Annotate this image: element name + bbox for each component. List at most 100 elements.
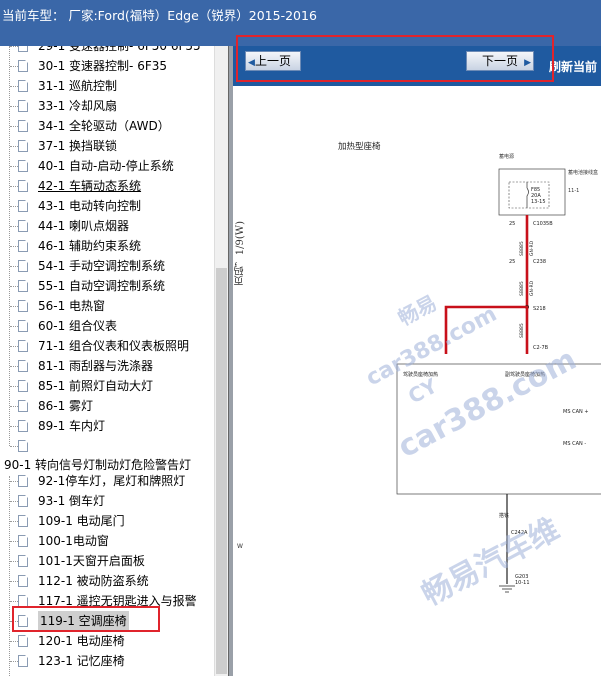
tree-connector <box>10 601 18 602</box>
tree-scrollbar[interactable] <box>214 46 228 676</box>
tree-item[interactable]: 112-1 被动防盗系统 <box>0 571 214 591</box>
tree-scrollbar-thumb[interactable] <box>216 268 227 674</box>
tree-item-label: 92-1停车灯，尾灯和牌照灯 <box>38 474 186 488</box>
wire-1-id: SBB85 <box>519 241 525 256</box>
tree-item-label: 71-1 组合仪表和仪表板照明 <box>38 339 190 353</box>
wire-2-id: SBB85 <box>519 281 525 296</box>
tree-item[interactable]: 56-1 电热窗 <box>0 296 214 316</box>
tree-item[interactable]: 46-1 辅助约束系统 <box>0 236 214 256</box>
document-icon <box>18 180 28 192</box>
tree-connector <box>10 346 18 347</box>
tree-item[interactable]: 89-1 车内灯 <box>0 416 214 436</box>
next-page-button[interactable]: 下一页 ▶ <box>466 51 534 71</box>
tree-item-label: 31-1 巡航控制 <box>38 79 118 93</box>
tree-connector <box>10 86 18 87</box>
tree-connector <box>10 406 18 407</box>
tree-item[interactable]: 117-1 遥控无钥匙进入与报警 <box>0 591 214 611</box>
tree-item-label: 44-1 喇叭点烟器 <box>38 219 130 233</box>
document-icon <box>18 475 28 487</box>
tree-item[interactable]: 109-1 电动尾门 <box>0 511 214 531</box>
tree-item[interactable]: 34-1 全轮驱动（AWD） <box>0 116 214 136</box>
tree-item[interactable]: 123-1 记忆座椅 <box>0 651 214 671</box>
tree-connector <box>10 66 18 67</box>
tree-connector <box>10 166 18 167</box>
tree-connector <box>10 561 18 562</box>
tree-item[interactable]: 92-1停车灯，尾灯和牌照灯 <box>0 471 214 491</box>
tree-item-label: 86-1 雾灯 <box>38 399 94 413</box>
document-icon <box>18 100 28 112</box>
tree-item[interactable]: 71-1 组合仪表和仪表板照明 <box>0 336 214 356</box>
document-icon <box>18 420 28 432</box>
next-page-label: 下一页 <box>481 54 518 68</box>
connector-3: C2-7B <box>533 345 549 351</box>
connector-1: C1035B <box>533 221 553 227</box>
diagram-title: 加热型座椅 <box>338 141 381 152</box>
tree-connector <box>10 146 18 147</box>
tree-item[interactable]: 81-1 雨刮器与洗涤器 <box>0 356 214 376</box>
document-icon <box>18 535 28 547</box>
tree-item[interactable]: 40-1 自动-启动-停止系统 <box>0 156 214 176</box>
tree-item[interactable]: 55-1 自动空调控制系统 <box>0 276 214 296</box>
fuse-symbol <box>526 182 529 208</box>
document-icon <box>18 320 28 332</box>
tree-item[interactable]: 31-1 巡航控制 <box>0 76 214 96</box>
tree-item-label: 55-1 自动空调控制系统 <box>38 279 166 293</box>
tree-item[interactable]: 42-1 车辆动态系统 <box>0 176 214 196</box>
tree-item-label: 30-1 变速器控制- 6F35 <box>38 59 168 73</box>
tree-item-label: 112-1 被动防盗系统 <box>38 574 149 588</box>
tree-item-label: 89-1 车内灯 <box>38 419 106 433</box>
tree-item-label: 85-1 前照灯自动大灯 <box>38 379 154 393</box>
tree-connector <box>10 106 18 107</box>
tree-item[interactable]: 30-1 变速器控制- 6F35 <box>0 56 214 76</box>
title-bar: 当前车型： 厂家:Ford(福特）Edge（锐界）2015-2016 <box>0 0 601 46</box>
wire-2-color: GN-RD <box>529 280 535 296</box>
tree-item[interactable]: 86-1 雾灯 <box>0 396 214 416</box>
dist-box-label: 蓄电池接线盒 <box>568 169 598 176</box>
tree-connector <box>10 621 18 622</box>
refresh-current-link[interactable]: 刷新当前 <box>549 58 597 75</box>
tree-connector <box>10 246 18 247</box>
document-icon <box>18 400 28 412</box>
document-icon <box>18 240 28 252</box>
document-icon <box>18 440 28 452</box>
tree-item[interactable]: 93-1 倒车灯 <box>0 491 214 511</box>
document-icon <box>18 655 28 667</box>
tree-item-label: 117-1 遥控无钥匙进入与报警 <box>38 594 197 608</box>
tree-item-label: 29-1 变速器控制- 6F50 6F55 <box>38 46 201 53</box>
tree-item[interactable]: 100-1电动窗 <box>0 531 214 551</box>
tree-connector <box>10 266 18 267</box>
tree-connector <box>10 481 18 482</box>
previous-page-button[interactable]: ◀ 上一页 <box>245 51 301 71</box>
tree-item-label: 46-1 辅助约束系统 <box>38 239 142 253</box>
tree-item[interactable]: 44-1 喇叭点烟器 <box>0 216 214 236</box>
document-icon <box>18 160 28 172</box>
document-pane: ◀ 上一页 下一页 ▶ 刷新当前 页码，1/9(W) 加热型座椅 蓄电源 蓄电池… <box>233 46 601 676</box>
tree-connector <box>10 521 18 522</box>
connector-2: C238 <box>533 259 546 265</box>
tree-item[interactable]: 101-1天窗开启面板 <box>0 551 214 571</box>
document-icon <box>18 46 28 52</box>
tree-connector <box>10 186 18 187</box>
tree-connector <box>10 541 18 542</box>
tree-item-label: 56-1 电热窗 <box>38 299 106 313</box>
wiring-diagram-page: 页码，1/9(W) 加热型座椅 蓄电源 蓄电池接线盒 11-1 F85 20A … <box>233 86 601 676</box>
tree-item[interactable] <box>0 436 214 456</box>
tree-item-label: 60-1 组合仪表 <box>38 319 118 333</box>
tree-item[interactable]: 37-1 换挡联锁 <box>0 136 214 156</box>
document-icon <box>18 140 28 152</box>
tree-item[interactable]: 60-1 组合仪表 <box>0 316 214 336</box>
tree-item[interactable]: 120-1 电动座椅 <box>0 631 214 651</box>
document-icon <box>18 615 28 627</box>
ground-page: 10-11 <box>515 580 530 586</box>
tree-item-label: 37-1 换挡联锁 <box>38 139 118 153</box>
tree-item[interactable]: 54-1 手动空调控制系统 <box>0 256 214 276</box>
tree-item[interactable]: 119-1 空调座椅 <box>0 611 214 631</box>
tree-item[interactable]: 29-1 变速器控制- 6F50 6F55 <box>0 46 214 56</box>
watermark-1: 畅易 <box>394 290 441 330</box>
watermark-5: 畅易汽车维 <box>416 512 565 613</box>
tree-item[interactable]: 43-1 电动转向控制 <box>0 196 214 216</box>
wiring-diagram: 加热型座椅 蓄电源 蓄电池接线盒 11-1 F85 20A 13-15 25 C… <box>237 141 601 613</box>
tree-connector <box>10 426 18 427</box>
tree-item[interactable]: 33-1 冷却风扇 <box>0 96 214 116</box>
tree-item[interactable]: 85-1 前照灯自动大灯 <box>0 376 214 396</box>
